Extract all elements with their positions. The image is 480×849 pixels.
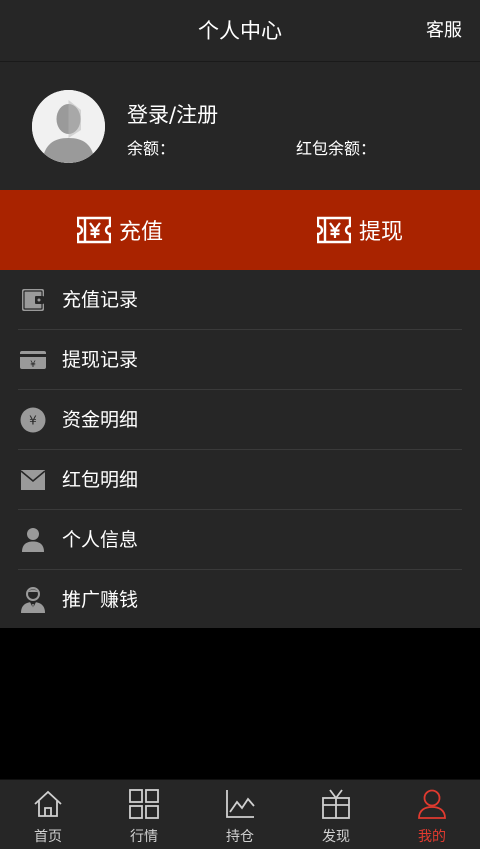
personal-center-screen: 个人中心 客服 登录/注册 余额： 红包余额： 充值 提现 充值记录 ¥ 提现记… bbox=[0, 0, 480, 849]
home-icon bbox=[34, 790, 62, 817]
recharge-label: 充值 bbox=[118, 220, 163, 245]
gift-icon bbox=[322, 789, 350, 819]
recharge-button[interactable]: 充值 bbox=[0, 190, 240, 270]
wallet-icon bbox=[19, 286, 47, 314]
agent-icon bbox=[19, 586, 47, 614]
avatar[interactable] bbox=[32, 90, 105, 163]
bottom-tab-bar: 首页 行情 持仓 发现 我的 bbox=[0, 779, 480, 849]
tab-label: 首页 bbox=[34, 829, 62, 845]
default-avatar-icon bbox=[32, 90, 105, 163]
menu-item-fund-details[interactable]: ¥ 资金明细 bbox=[0, 390, 480, 450]
menu-item-label: 个人信息 bbox=[62, 529, 139, 551]
yen-voucher-icon bbox=[316, 216, 351, 244]
login-register-link[interactable]: 登录/注册 bbox=[127, 99, 218, 129]
user-icon bbox=[418, 789, 446, 819]
svg-text:¥: ¥ bbox=[29, 414, 37, 428]
menu-item-label: 提现记录 bbox=[62, 349, 139, 371]
menu-item-withdraw-records[interactable]: ¥ 提现记录 bbox=[0, 330, 480, 390]
tab-market[interactable]: 行情 bbox=[96, 780, 192, 849]
menu-item-recharge-records[interactable]: 充值记录 bbox=[0, 270, 480, 330]
grid-icon bbox=[129, 789, 159, 819]
yen-voucher-icon bbox=[76, 216, 111, 244]
menu-item-personal-info[interactable]: 个人信息 bbox=[0, 510, 480, 570]
menu-list: 充值记录 ¥ 提现记录 ¥ 资金明细 红包明细 个人信息 推广赚钱 bbox=[0, 270, 480, 628]
profile-section: 登录/注册 余额： 红包余额： bbox=[0, 62, 480, 190]
tab-mine[interactable]: 我的 bbox=[384, 780, 480, 849]
chart-icon bbox=[226, 790, 255, 818]
tab-discover[interactable]: 发现 bbox=[288, 780, 384, 849]
page-title: 个人中心 bbox=[198, 19, 282, 43]
menu-item-redpacket-details[interactable]: 红包明细 bbox=[0, 450, 480, 510]
envelope-icon bbox=[19, 466, 47, 494]
yen-coin-icon: ¥ bbox=[19, 406, 47, 434]
tab-label: 持仓 bbox=[226, 829, 254, 845]
customer-service-button[interactable]: 客服 bbox=[426, 0, 462, 62]
withdraw-label: 提现 bbox=[358, 220, 403, 245]
menu-item-label: 资金明细 bbox=[62, 409, 139, 431]
yen-card-icon: ¥ bbox=[19, 346, 47, 374]
menu-item-label: 红包明细 bbox=[62, 469, 139, 491]
menu-item-label: 充值记录 bbox=[62, 289, 139, 311]
menu-item-label: 推广赚钱 bbox=[62, 589, 139, 611]
balance-label: 余额： bbox=[127, 139, 176, 158]
svg-text:¥: ¥ bbox=[30, 360, 36, 370]
person-icon bbox=[19, 526, 47, 554]
tab-home[interactable]: 首页 bbox=[0, 780, 96, 849]
tab-label: 行情 bbox=[130, 829, 158, 845]
withdraw-button[interactable]: 提现 bbox=[240, 190, 480, 270]
redpacket-balance-label: 红包余额： bbox=[296, 139, 377, 158]
tab-label: 我的 bbox=[418, 829, 446, 845]
tab-positions[interactable]: 持仓 bbox=[192, 780, 288, 849]
action-bar: 充值 提现 bbox=[0, 190, 480, 270]
tab-label: 发现 bbox=[322, 829, 350, 845]
top-header: 个人中心 客服 bbox=[0, 0, 480, 62]
menu-item-promotion[interactable]: 推广赚钱 bbox=[0, 570, 480, 630]
